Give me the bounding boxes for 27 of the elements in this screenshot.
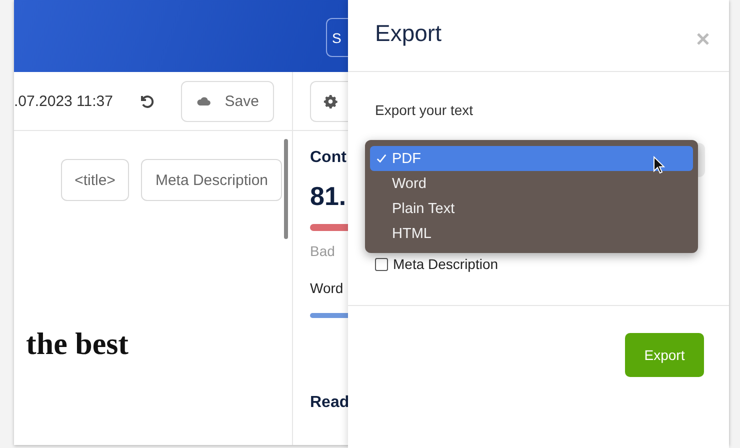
export-button[interactable]: Export: [625, 333, 704, 377]
checkbox-label: Meta Description: [393, 256, 498, 272]
settings-icon: [323, 94, 338, 108]
scrollbar[interactable]: [284, 139, 288, 239]
menu-option[interactable]: Plain Text: [370, 196, 693, 221]
timestamp: .07.2023 11:37: [14, 92, 113, 110]
rating-label: Bad: [310, 243, 336, 259]
settings-button[interactable]: [310, 80, 348, 122]
checkbox[interactable]: [375, 258, 388, 270]
tag-button[interactable]: <title>: [60, 159, 130, 201]
score-bar: [310, 224, 348, 231]
undo-icon[interactable]: [138, 93, 155, 109]
score-value: 81.: [310, 181, 348, 212]
section-heading: Read: [310, 394, 348, 412]
menu-option[interactable]: HTML: [370, 221, 693, 246]
words-label: Word: [310, 280, 344, 296]
save-button[interactable]: Save: [180, 80, 274, 122]
panel-heading: Cont: [310, 149, 348, 167]
tag-button[interactable]: Meta Description: [141, 159, 282, 201]
panel-title: Export: [375, 20, 442, 47]
check-icon: [376, 153, 387, 164]
article-heading: the best: [25, 326, 130, 362]
words-bar: [310, 313, 348, 318]
menu-option[interactable]: PDF: [370, 146, 693, 171]
export-label: Export your text: [375, 102, 474, 118]
menu-option[interactable]: Word: [370, 171, 693, 196]
cursor-icon: [653, 156, 665, 174]
